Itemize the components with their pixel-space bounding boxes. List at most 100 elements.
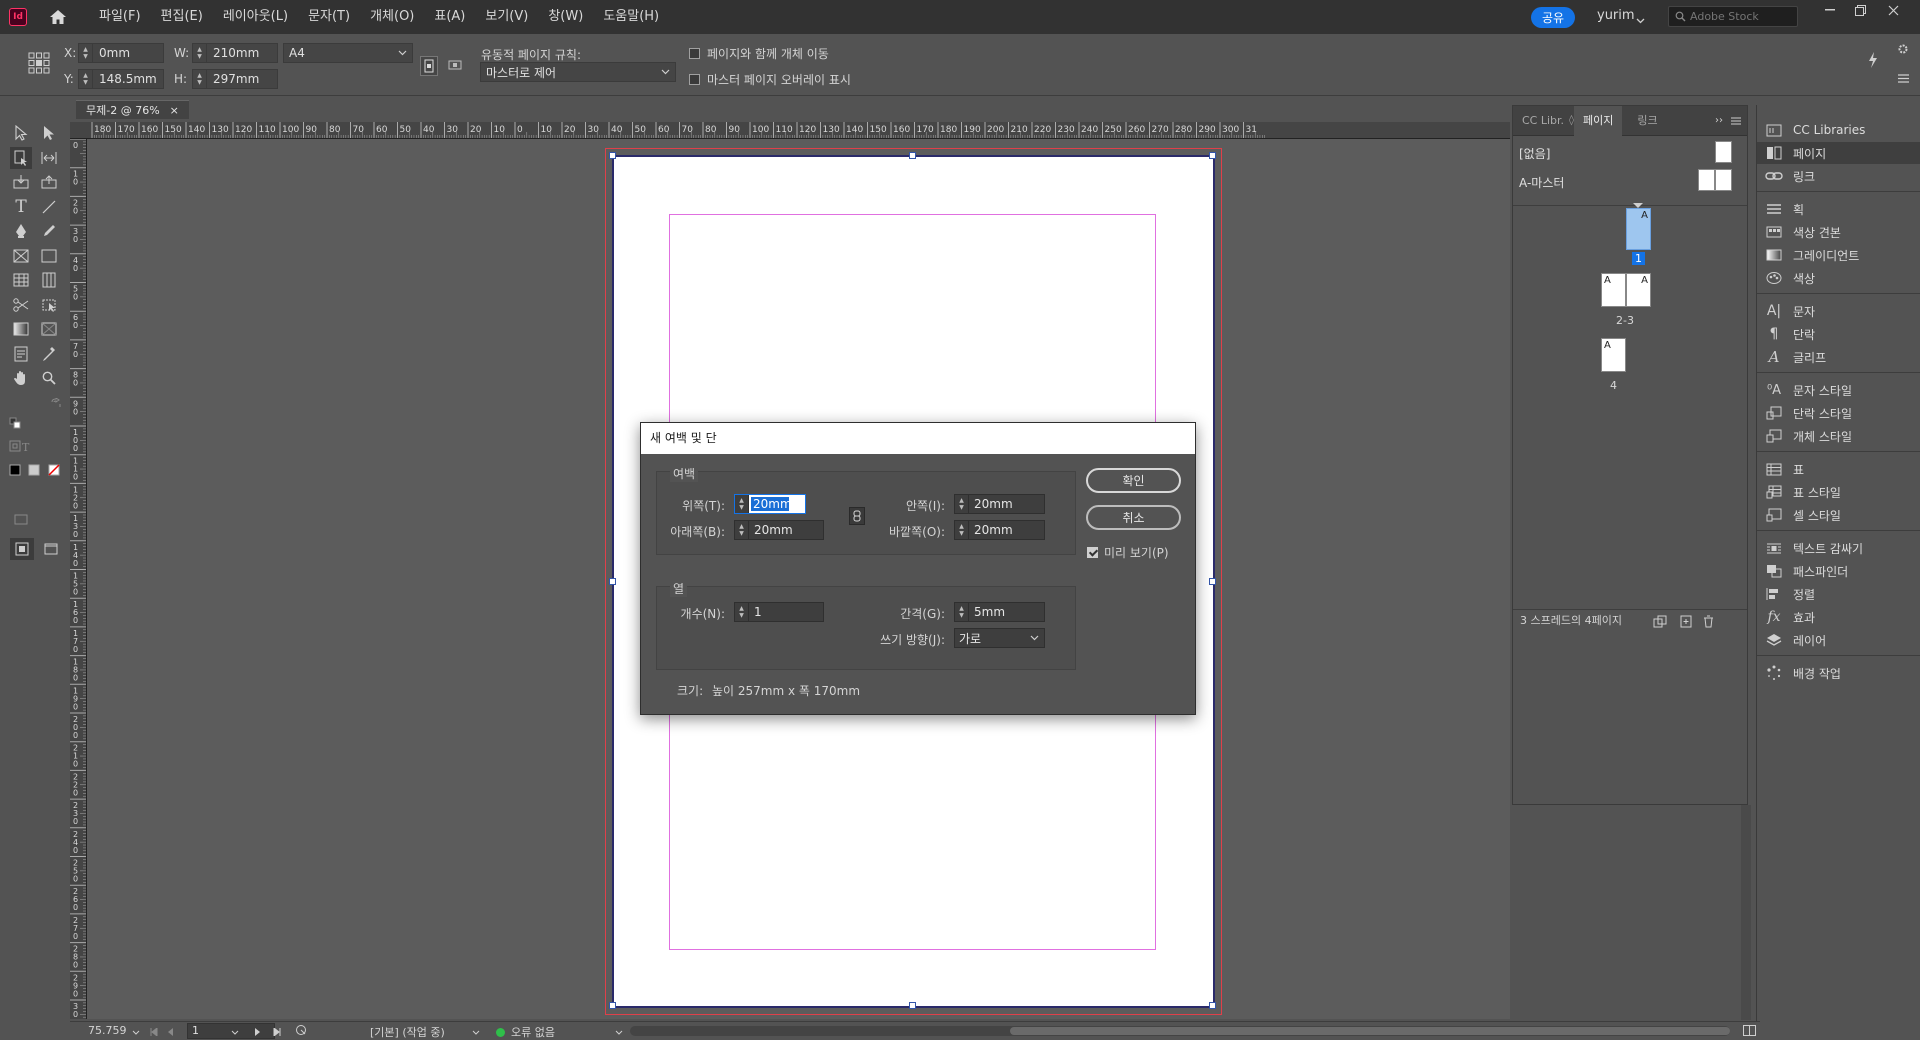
panel-menu-icon[interactable] <box>1731 114 1741 128</box>
outside-margin-spinner[interactable]: ▲ ▼ <box>955 521 969 539</box>
master-a-right-thumb[interactable] <box>1715 169 1732 191</box>
preflight-status[interactable]: 오류 없음 <box>496 1024 555 1040</box>
fill-stroke-icon[interactable]: T <box>5 435 35 457</box>
type-tool-icon[interactable]: T <box>10 196 32 218</box>
chevron-down-icon[interactable] <box>231 1026 239 1039</box>
pencil-tool-icon[interactable] <box>38 220 60 242</box>
dock-paragraph[interactable]: ¶ 단락 <box>1757 323 1920 345</box>
close-icon[interactable] <box>1878 0 1908 20</box>
gutter-input[interactable] <box>969 605 1035 619</box>
menu-help[interactable]: 도움말(H) <box>593 0 669 34</box>
menu-file[interactable]: 파일(F) <box>89 0 151 34</box>
writing-direction-select[interactable]: 가로 <box>954 628 1045 648</box>
share-button[interactable]: 공유 <box>1531 7 1575 28</box>
rectangle-frame-tool-icon[interactable] <box>10 245 32 267</box>
menu-layout[interactable]: 레이아웃(L) <box>213 0 298 34</box>
delete-page-icon[interactable] <box>1703 614 1714 636</box>
top-margin-spinner[interactable]: ▲ ▼ <box>735 495 749 513</box>
first-page-icon[interactable] <box>150 1026 158 1039</box>
page-tool-icon[interactable] <box>10 147 32 169</box>
resize-handle[interactable] <box>909 152 916 159</box>
w-input[interactable] <box>207 46 277 60</box>
ruler-origin[interactable] <box>70 122 87 139</box>
horizontal-scrollbar[interactable] <box>630 1026 1730 1036</box>
zoom-level[interactable]: 75.759 <box>88 1024 127 1037</box>
y-input[interactable] <box>93 72 163 86</box>
restore-icon[interactable] <box>1845 0 1875 20</box>
chevron-down-icon[interactable] <box>132 1026 140 1039</box>
page-3-thumb[interactable]: A <box>1626 273 1651 307</box>
gutter-field[interactable]: ▲ ▼ <box>954 602 1045 622</box>
page-4-number[interactable]: 4 <box>1610 379 1617 392</box>
dock-pathfinder[interactable]: 패스파인더 <box>1757 560 1920 582</box>
menu-type[interactable]: 문자(T) <box>298 0 360 34</box>
gradient-swatch-tool-icon[interactable] <box>10 318 32 340</box>
liquid-rule-select[interactable]: 마스터로 제어 <box>480 62 676 82</box>
dock-effects[interactable]: fx 효과 <box>1757 606 1920 628</box>
previous-page-icon[interactable] <box>168 1026 174 1039</box>
dock-text-wrap[interactable]: 텍스트 감싸기 <box>1757 537 1920 559</box>
master-overlay-checkbox[interactable]: 마스터 페이지 오버레이 표시 <box>689 71 851 88</box>
open-page-icon[interactable] <box>295 1024 307 1039</box>
dock-glyphs[interactable]: A 글리프 <box>1757 346 1920 368</box>
preview-checkbox[interactable]: 미리 보기(P) <box>1087 544 1169 561</box>
chevron-down-icon[interactable] <box>472 1026 480 1039</box>
normal-view-icon[interactable] <box>10 538 34 560</box>
content-collector-icon[interactable] <box>10 171 32 193</box>
checkbox-box[interactable] <box>689 48 700 59</box>
resize-handle[interactable] <box>1209 1002 1216 1009</box>
grid-tool-icon[interactable] <box>38 269 60 291</box>
zoom-tool-icon[interactable] <box>38 367 60 389</box>
landscape-orientation-icon[interactable] <box>447 56 465 76</box>
dock-object-styles[interactable]: 개체 스타일 <box>1757 425 1920 447</box>
page-1-number[interactable]: 1 <box>1632 252 1645 265</box>
gap-tool-icon[interactable] <box>38 147 60 169</box>
scrollbar-thumb[interactable] <box>1010 1027 1730 1035</box>
resize-handle[interactable] <box>909 1002 916 1009</box>
x-field[interactable]: ▲ ▼ <box>78 43 164 63</box>
dock-character[interactable]: A| 문자 <box>1757 300 1920 322</box>
bottom-margin-input[interactable] <box>749 523 815 537</box>
resize-handle[interactable] <box>1209 578 1216 585</box>
resize-handle[interactable] <box>609 152 616 159</box>
dock-paragraph-styles[interactable]: 단락 스타일 <box>1757 402 1920 424</box>
dock-color[interactable]: 색상 <box>1757 267 1920 289</box>
h-spinner[interactable]: ▲ ▼ <box>193 70 207 88</box>
menu-edit[interactable]: 편집(E) <box>151 0 213 34</box>
menu-table[interactable]: 표(A) <box>424 0 475 34</box>
y-field[interactable]: ▲ ▼ <box>78 69 164 89</box>
lightning-icon[interactable] <box>1868 52 1878 71</box>
page-2-thumb[interactable]: A <box>1601 273 1626 307</box>
w-field[interactable]: ▲ ▼ <box>192 43 278 63</box>
next-page-icon[interactable] <box>255 1026 261 1039</box>
h-field[interactable]: ▲ ▼ <box>192 69 278 89</box>
direct-selection-tool-icon[interactable] <box>38 122 60 144</box>
checkbox-box[interactable] <box>1087 547 1098 558</box>
swap-colors-icon[interactable] <box>50 392 62 414</box>
y-spinner[interactable]: ▲ ▼ <box>79 70 93 88</box>
minimize-icon[interactable] <box>1815 0 1845 20</box>
close-tab-icon[interactable]: × <box>170 104 179 117</box>
outside-margin-input[interactable] <box>969 523 1035 537</box>
dialog-title[interactable]: 새 여백 및 단 <box>641 423 1195 454</box>
link-margins-icon[interactable] <box>849 507 865 525</box>
line-tool-icon[interactable] <box>38 196 60 218</box>
master-none-thumb[interactable] <box>1715 141 1732 163</box>
dock-cell-styles[interactable]: 셀 스타일 <box>1757 504 1920 526</box>
dock-table-styles[interactable]: 표 스타일 <box>1757 481 1920 503</box>
table-tool-icon[interactable] <box>10 269 32 291</box>
rectangle-tool-icon[interactable] <box>38 245 60 267</box>
dock-links[interactable]: 링크 <box>1757 165 1920 187</box>
stock-search[interactable] <box>1668 6 1798 27</box>
ok-button[interactable]: 확인 <box>1086 468 1181 493</box>
dock-background-tasks[interactable]: 배경 작업 <box>1757 662 1920 684</box>
dock-align[interactable]: 정렬 <box>1757 583 1920 605</box>
page-1-thumb[interactable]: A <box>1626 208 1651 250</box>
note-tool-icon[interactable] <box>10 343 32 365</box>
top-margin-input[interactable] <box>751 497 789 511</box>
document-tab[interactable]: 무제-2 @ 76% × <box>76 100 189 119</box>
tab-cc-libraries[interactable]: CC Libr. <box>1513 106 1573 136</box>
cancel-button[interactable]: 취소 <box>1086 505 1181 530</box>
master-a[interactable]: A-마스터 <box>1519 174 1564 191</box>
apply-color-icons[interactable] <box>5 459 61 481</box>
